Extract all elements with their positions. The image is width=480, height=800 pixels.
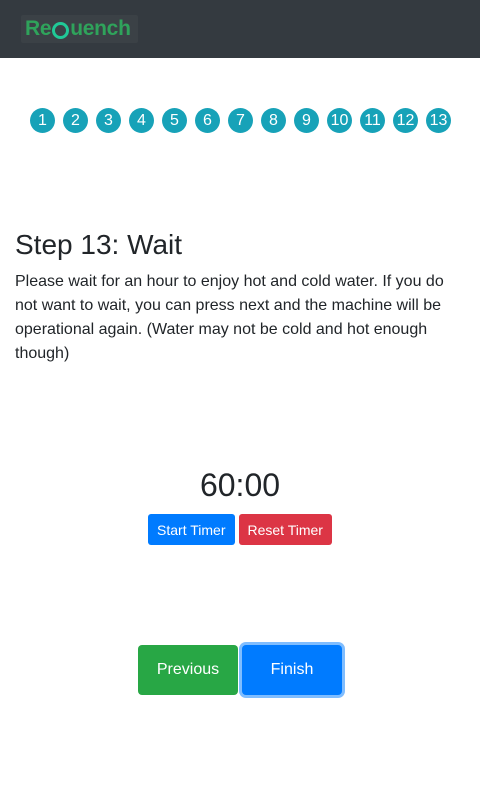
step-badge-7[interactable]: 7 bbox=[228, 108, 253, 133]
wizard-navigation: Previous Finish bbox=[0, 645, 480, 695]
step-badge-6[interactable]: 6 bbox=[195, 108, 220, 133]
step-badge-12[interactable]: 12 bbox=[393, 108, 418, 133]
step-badge-4[interactable]: 4 bbox=[129, 108, 154, 133]
logo-text-start: Re bbox=[25, 17, 52, 40]
water-drop-icon bbox=[52, 21, 70, 39]
step-badge-10[interactable]: 10 bbox=[327, 108, 352, 133]
timer-controls: Start Timer Reset Timer bbox=[0, 514, 480, 545]
step-badge-5[interactable]: 5 bbox=[162, 108, 187, 133]
step-badge-8[interactable]: 8 bbox=[261, 108, 286, 133]
step-description: Please wait for an hour to enjoy hot and… bbox=[15, 273, 444, 362]
step-title: Step 13: Wait bbox=[15, 229, 183, 260]
step-badge-9[interactable]: 9 bbox=[294, 108, 319, 133]
reset-timer-button[interactable]: Reset Timer bbox=[238, 514, 332, 545]
step-indicator: 1 2 3 4 5 6 7 8 9 10 11 12 13 bbox=[30, 108, 451, 133]
timer-display: 60:00 bbox=[199, 467, 281, 503]
step-badge-3[interactable]: 3 bbox=[96, 108, 121, 133]
top-navbar: Re uench bbox=[0, 0, 480, 58]
start-timer-button[interactable]: Start Timer bbox=[148, 514, 235, 545]
step-badge-11[interactable]: 11 bbox=[360, 108, 385, 133]
finish-button[interactable]: Finish bbox=[242, 645, 342, 695]
step-badge-13[interactable]: 13 bbox=[426, 108, 451, 133]
step-badge-2[interactable]: 2 bbox=[63, 108, 88, 133]
previous-button[interactable]: Previous bbox=[138, 645, 238, 695]
step-badge-1[interactable]: 1 bbox=[30, 108, 55, 133]
logo-text-end: uench bbox=[70, 17, 131, 40]
requench-logo[interactable]: Re uench bbox=[21, 15, 138, 43]
